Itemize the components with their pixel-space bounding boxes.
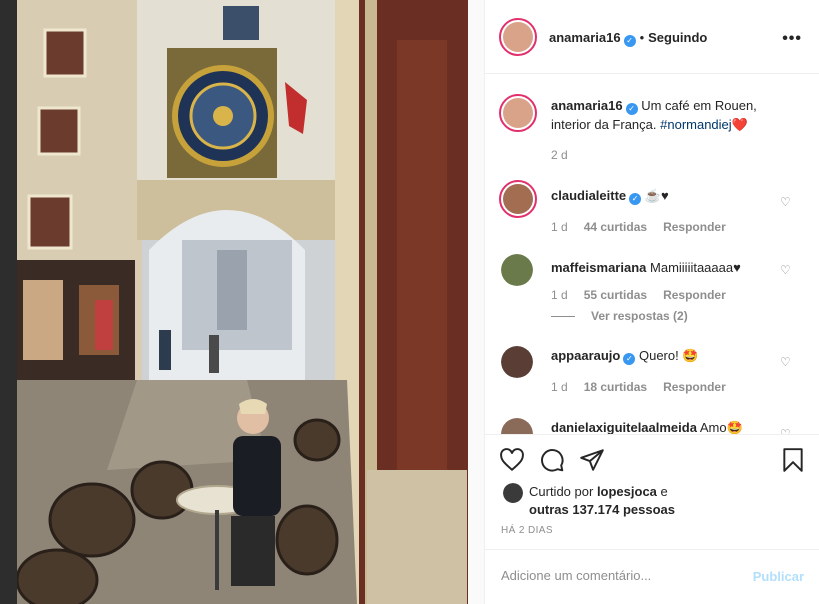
follow-status-button[interactable]: Seguindo [648, 30, 707, 45]
publish-button[interactable]: Publicar [753, 569, 804, 584]
liker-username[interactable]: lopesjoca [597, 484, 657, 499]
comment-meta: 1 d 55 curtidas Responder [551, 288, 742, 302]
comment-text: maffeismariana Mamiiiiitaaaaa♥ [551, 258, 791, 277]
comment-item: danielaxiguitelaalmeida Amo🤩 ♡ [485, 414, 819, 434]
post-side-panel: anamaria16 ✓ • Seguindo ••• anamaria16 ✓ Um … [484, 0, 819, 604]
caption-age[interactable]: 2 d [551, 148, 568, 162]
comment-item: maffeismariana Mamiiiiitaaaaa♥ ♡ 1 d 55 c… [485, 250, 819, 330]
verified-icon: ✓ [629, 193, 642, 205]
commenter-avatar[interactable] [501, 254, 533, 286]
post-timestamp[interactable]: HÁ 2 DIAS [501, 525, 553, 536]
likes-prefix: Curtido por [529, 484, 594, 499]
add-comment-bar: Publicar [485, 549, 819, 604]
hashtag-link[interactable]: #normandiej [660, 117, 732, 132]
likes-connector: e [660, 484, 668, 499]
heart-emoji: ❤️ [731, 117, 748, 132]
post-photo-image [17, 0, 468, 604]
save-bookmark-icon[interactable] [780, 447, 806, 473]
post-actions: Curtido por lopesjoca e outras 137.174 p… [485, 434, 819, 549]
comment-age[interactable]: 1 d [551, 288, 568, 302]
reply-button[interactable]: Responder [663, 288, 726, 302]
caption-author-username[interactable]: anamaria16 [551, 98, 623, 113]
caption-author-avatar[interactable] [499, 94, 537, 132]
like-comment-heart-icon[interactable]: ♡ [780, 196, 792, 208]
comment-age[interactable]: 1 d [551, 380, 568, 394]
comment-meta: 1 d 44 curtidas Responder [551, 220, 742, 234]
post-photo[interactable] [17, 0, 468, 604]
more-options-icon[interactable]: ••• [782, 30, 802, 48]
likes-summary: Curtido por lopesjoca e outras 137.174 p… [529, 483, 675, 519]
backdrop [0, 0, 17, 604]
comment-body: ☕♥ [644, 188, 669, 203]
reply-button[interactable]: Responder [663, 380, 726, 394]
commenter-username[interactable]: appaaraujo [551, 348, 620, 363]
commenter-username[interactable]: maffeismariana [551, 260, 646, 275]
caption: anamaria16 ✓ Um café em Rouen, interior d… [485, 92, 819, 162]
post-header: anamaria16 ✓ • Seguindo ••• [485, 0, 819, 74]
comments-list[interactable]: anamaria16 ✓ Um café em Rouen, interior d… [485, 74, 819, 434]
commenter-username[interactable]: danielaxiguitelaalmeida [551, 420, 697, 434]
comment-text: claudialeitte ✓ ☕♥ [551, 186, 791, 205]
commenter-avatar[interactable] [499, 180, 537, 218]
caption-text: anamaria16 ✓ Um café em Rouen, interior d… [551, 96, 791, 134]
caption-meta: 2 d [551, 148, 584, 162]
comment-body: Quero! 🤩 [638, 348, 699, 363]
comment-body: Mamiiiiitaaaaa♥ [650, 260, 741, 275]
comment-likes[interactable]: 55 curtidas [584, 288, 647, 302]
likes-count-link[interactable]: outras 137.174 pessoas [529, 502, 675, 517]
like-comment-heart-icon[interactable]: ♡ [780, 264, 792, 276]
author-line: anamaria16 ✓ • Seguindo [549, 30, 707, 47]
comment-bubble-icon[interactable] [539, 447, 565, 473]
comment-text: appaaraujo ✓ Quero! 🤩 [551, 346, 791, 365]
like-heart-icon[interactable] [499, 447, 525, 473]
commenter-username[interactable]: claudialeitte [551, 188, 626, 203]
comment-likes[interactable]: 44 curtidas [584, 220, 647, 234]
comment-meta: 1 d 18 curtidas Responder [551, 380, 742, 394]
comment-item: appaaraujo ✓ Quero! 🤩 ♡ 1 d 18 curtidas Res… [485, 344, 819, 400]
verified-icon: ✓ [623, 35, 636, 47]
comment-text: danielaxiguitelaalmeida Amo🤩 [551, 418, 811, 434]
author-username[interactable]: anamaria16 [549, 30, 621, 45]
like-comment-heart-icon[interactable]: ♡ [780, 356, 792, 368]
comment-body: Amo🤩 [699, 420, 743, 434]
view-replies-label: Ver respostas (2) [591, 309, 688, 323]
comment-item: claudialeitte ✓ ☕♥ ♡ 1 d 44 curtidas Respon… [485, 178, 819, 242]
reply-button[interactable]: Responder [663, 220, 726, 234]
separator-dot: • [639, 30, 645, 45]
author-avatar[interactable] [499, 18, 537, 56]
comment-likes[interactable]: 18 curtidas [584, 380, 647, 394]
commenter-avatar[interactable] [501, 346, 533, 378]
verified-icon: ✓ [625, 103, 638, 115]
share-paper-plane-icon[interactable] [579, 447, 605, 473]
comment-input[interactable] [501, 568, 741, 583]
instagram-post-modal: anamaria16 ✓ • Seguindo ••• anamaria16 ✓ Um … [0, 0, 819, 604]
commenter-avatar[interactable] [501, 418, 533, 434]
view-replies-button[interactable]: Ver respostas (2) [551, 309, 688, 323]
replies-line [551, 316, 575, 318]
verified-icon: ✓ [623, 353, 636, 365]
comment-age[interactable]: 1 d [551, 220, 568, 234]
liker-avatar[interactable] [503, 483, 523, 503]
